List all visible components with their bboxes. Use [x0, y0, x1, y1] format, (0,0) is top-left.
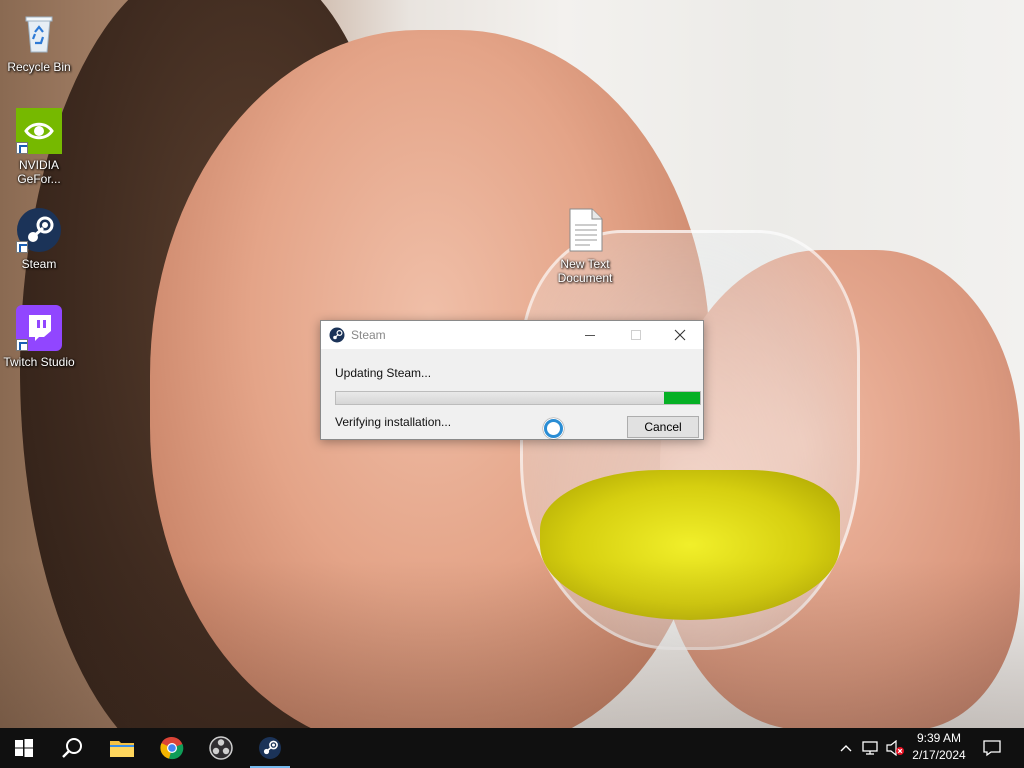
steam-taskbar-button[interactable] — [246, 728, 294, 768]
minimize-icon — [585, 334, 595, 336]
sub-status-text: Verifying installation... — [335, 415, 452, 429]
desktop-icon-label: NVIDIA GeFor... — [17, 158, 61, 186]
taskbar-clock[interactable]: 9:39 AM 2/17/2024 — [904, 730, 974, 766]
text-document-icon — [562, 207, 608, 253]
chrome-icon — [160, 736, 184, 760]
folder-icon — [110, 741, 134, 757]
cancel-button[interactable]: Cancel — [627, 416, 699, 438]
close-icon — [674, 329, 686, 341]
action-center-button[interactable] — [980, 728, 1004, 768]
desktop-icon-label: Steam — [21, 257, 57, 271]
desktop-icon-twitch-studio[interactable]: Twitch Studio — [1, 305, 77, 369]
notification-icon — [983, 740, 1001, 757]
desktop-icon-label: New Text Document — [557, 257, 613, 285]
status-text: Updating Steam... — [335, 366, 432, 380]
desktop-icon-recycle-bin[interactable]: Recycle Bin — [1, 10, 77, 74]
desktop-icon-new-text-document[interactable]: New Text Document — [547, 207, 623, 285]
dialog-titlebar[interactable]: Steam — [321, 321, 703, 349]
maximize-button — [613, 321, 659, 349]
steam-icon — [329, 327, 345, 343]
obs-button[interactable] — [197, 728, 245, 768]
obs-icon — [209, 736, 233, 760]
progress-fill — [663, 392, 700, 404]
minimize-button[interactable] — [567, 321, 613, 349]
windows-logo-icon — [15, 739, 33, 757]
steam-update-dialog: Steam Updating Steam... Verifying instal… — [320, 320, 704, 440]
clock-date: 2/17/2024 — [912, 748, 966, 762]
file-explorer-button[interactable] — [98, 728, 146, 768]
recycle-bin-icon — [16, 10, 62, 56]
search-button[interactable] — [48, 728, 96, 768]
network-button[interactable] — [859, 728, 883, 768]
update-progress-bar — [335, 391, 701, 405]
start-button[interactable] — [0, 728, 48, 768]
desktop-icon-label: Twitch Studio — [3, 355, 75, 369]
desktop-icon-label: Recycle Bin — [7, 60, 71, 74]
twitch-icon — [16, 305, 62, 351]
network-icon — [862, 741, 878, 755]
busy-cursor-icon — [543, 418, 564, 439]
close-button[interactable] — [657, 321, 703, 349]
dialog-title: Steam — [351, 328, 386, 342]
volume-muted-icon — [886, 740, 904, 756]
chevron-up-icon — [840, 745, 852, 752]
desktop-icon-nvidia[interactable]: NVIDIA GeFor... — [1, 108, 77, 186]
steam-icon — [16, 207, 62, 253]
steam-icon — [259, 737, 281, 759]
search-icon — [62, 738, 82, 758]
taskbar: 9:39 AM 2/17/2024 — [0, 728, 1024, 768]
chrome-button[interactable] — [148, 728, 196, 768]
nvidia-icon — [16, 108, 62, 154]
maximize-icon — [631, 330, 641, 340]
desktop-icon-steam[interactable]: Steam — [1, 207, 77, 271]
show-hidden-icons-button[interactable] — [836, 728, 856, 768]
clock-time: 9:39 AM — [916, 731, 962, 745]
